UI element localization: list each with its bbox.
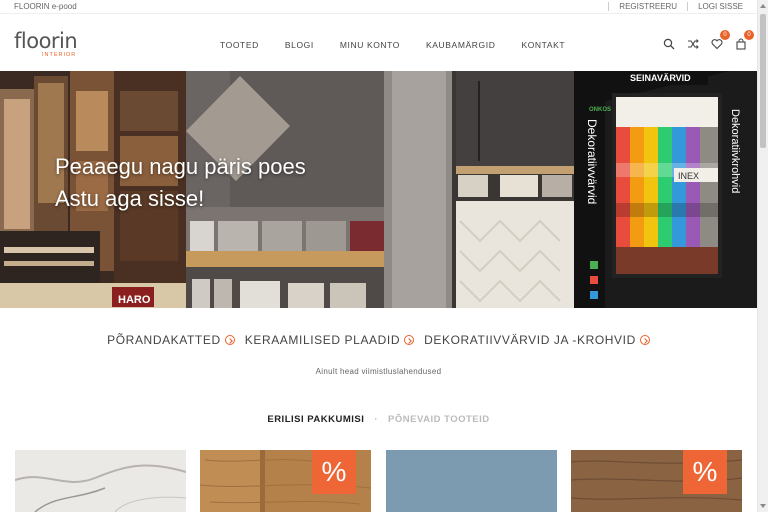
hero-sign-left: Dekoratiivvärvid xyxy=(585,119,599,204)
hero-banner[interactable]: HARO SEINAVÄRVID ONKOS Dekoratiivvärvid … xyxy=(0,71,757,308)
arrow-right-icon xyxy=(639,335,650,345)
category-label: PÕRANDAKATTED xyxy=(107,333,221,347)
tab-separator: · xyxy=(374,414,379,425)
nav-item-kaubamargid[interactable]: KAUBAMÄRGID xyxy=(426,40,495,50)
tab-erilisi-pakkumisi[interactable]: ERILISI PAKKUMISI xyxy=(267,414,364,425)
category-label: KERAAMILISED PLAADID xyxy=(244,333,401,347)
top-bar: FLOORIN e-pood REGISTREERU LOGI SISSE xyxy=(0,0,757,14)
hero-line-2: Astu aga sisse! xyxy=(55,186,205,211)
arrow-right-icon xyxy=(224,335,235,345)
hero-sign-small: ONKOS xyxy=(589,107,611,113)
nav-item-tooted[interactable]: TOOTED xyxy=(220,40,259,50)
nav-item-kontakt[interactable]: KONTAKT xyxy=(521,40,565,50)
category-label: DEKORATIIVVÄRVID JA -KROHVID xyxy=(424,333,636,347)
cart-icon[interactable]: 0 xyxy=(735,30,754,50)
product-card[interactable]: % xyxy=(571,450,742,512)
tab-ponevaid-tooteid[interactable]: PÕNEVAID TOOTEID xyxy=(388,414,490,425)
product-image-blue xyxy=(386,450,557,512)
hero-line-1: Peaaegu nagu päris poes xyxy=(55,154,306,179)
product-card[interactable] xyxy=(386,450,557,512)
account-links: REGISTREERU LOGI SISSE xyxy=(598,2,743,11)
search-icon[interactable] xyxy=(663,37,675,50)
hero-box-label: HARO xyxy=(118,294,151,306)
wishlist-count-badge: 0 xyxy=(720,30,730,40)
nav-item-minu-konto[interactable]: MINU KONTO xyxy=(340,40,400,50)
divider xyxy=(687,2,689,11)
category-keraamilised-plaadid[interactable]: KERAAMILISED PLAADID xyxy=(244,333,415,347)
product-tabs: ERILISI PAKKUMISI · PÕNEVAID TOOTEID xyxy=(0,414,757,425)
logo-text: floorin xyxy=(14,29,78,53)
category-porandakatted[interactable]: PÕRANDAKATTED xyxy=(107,333,235,347)
scroll-down-icon[interactable] xyxy=(760,504,766,508)
hero-panel-label: INEX xyxy=(678,171,699,181)
shop-name: FLOORIN e-pood xyxy=(14,2,77,11)
sale-badge: % xyxy=(683,450,727,494)
cart-count-badge: 0 xyxy=(744,30,754,40)
hero-headline: Peaaegu nagu päris poes Astu aga sisse! xyxy=(55,151,306,215)
hero-sign-right: Dekoratiivkrohvid xyxy=(729,109,741,193)
category-links: PÕRANDAKATTED KERAAMILISED PLAADID DEKOR… xyxy=(0,333,757,347)
product-card[interactable]: % xyxy=(200,450,371,512)
category-dekoratiivvarvid[interactable]: DEKORATIIVVÄRVID JA -KROHVID xyxy=(424,333,650,347)
scrollbar[interactable] xyxy=(757,0,768,512)
logo-subtitle: INTERIOR xyxy=(42,52,77,58)
hero-sign-brand: SEINAVÄRVID xyxy=(630,73,691,83)
main-nav: TOOTED BLOGI MINU KONTO KAUBAMÄRGID KONT… xyxy=(220,40,591,50)
sale-badge: % xyxy=(312,450,356,494)
shuffle-icon[interactable] xyxy=(687,37,699,49)
tagline: Ainult head viimistluslahendused xyxy=(315,367,442,376)
nav-item-blogi[interactable]: BLOGI xyxy=(285,40,314,50)
login-link[interactable]: LOGI SISSE xyxy=(698,2,743,11)
header-icons: 0 0 xyxy=(651,30,754,50)
arrow-right-icon xyxy=(404,335,415,345)
heart-icon[interactable]: 0 xyxy=(711,30,730,50)
divider xyxy=(608,2,610,11)
product-image-marble xyxy=(15,450,186,512)
register-link[interactable]: REGISTREERU xyxy=(619,2,677,11)
scroll-up-icon[interactable] xyxy=(760,4,766,8)
logo[interactable]: floorin INTERIOR xyxy=(14,29,78,59)
product-card[interactable] xyxy=(15,450,186,512)
site-header: floorin INTERIOR TOOTED BLOGI MINU KONTO… xyxy=(0,15,757,71)
scrollbar-thumb[interactable] xyxy=(760,14,766,148)
